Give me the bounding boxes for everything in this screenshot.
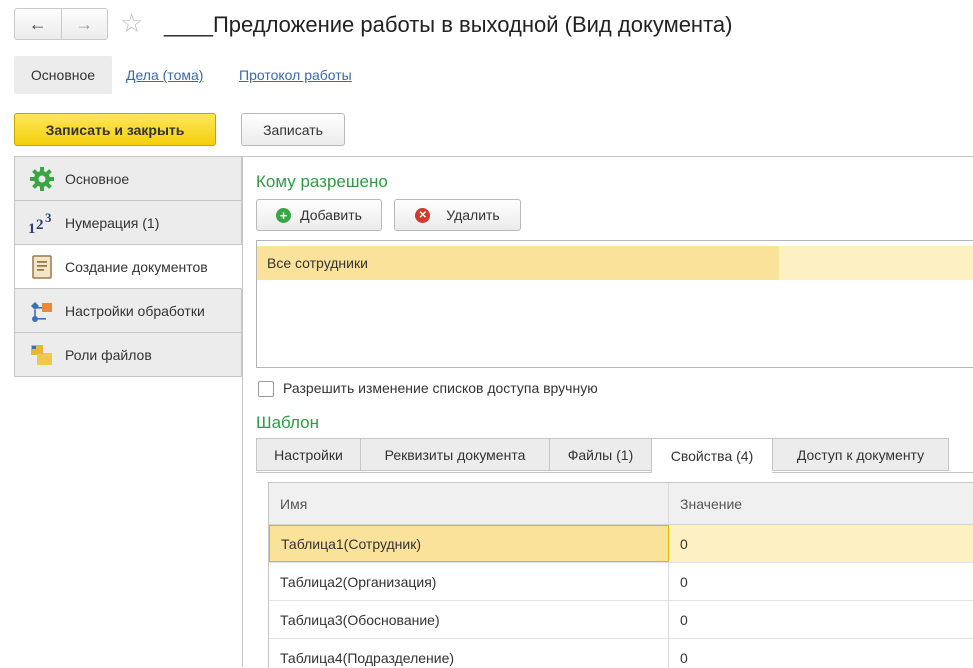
page-tab-main[interactable]: Основное	[14, 56, 112, 94]
list-item[interactable]: Все сотрудники	[257, 246, 973, 280]
table-row[interactable]: Таблица4(Подразделение) 0	[269, 639, 973, 668]
delete-button-label: Удалить	[446, 207, 500, 223]
column-header-value[interactable]: Значение	[669, 483, 973, 524]
properties-table[interactable]: Имя Значение Таблица1(Сотрудник) 0 Табли…	[268, 482, 973, 668]
table-row[interactable]: Таблица1(Сотрудник) 0	[269, 525, 973, 563]
tab-settings[interactable]: Настройки	[256, 438, 360, 471]
template-section-title: Шаблон	[256, 413, 319, 432]
content-border-top	[242, 156, 973, 157]
add-button-label: Добавить	[300, 207, 362, 223]
tab-properties[interactable]: Свойства (4)	[651, 438, 772, 473]
section-tab-document-creation[interactable]: Создание документов	[14, 245, 242, 289]
svg-text:1: 1	[28, 221, 36, 236]
delete-icon: ✕	[415, 207, 431, 223]
cell-value[interactable]: 0	[669, 639, 973, 668]
manual-access-checkbox-label[interactable]: Разрешить изменение списков доступа вруч…	[283, 380, 598, 396]
manual-access-checkbox[interactable]	[258, 381, 274, 397]
cell-name[interactable]: Таблица1(Сотрудник)	[269, 525, 669, 562]
table-row[interactable]: Таблица2(Организация) 0	[269, 563, 973, 601]
section-tab-label: Настройки обработки	[65, 302, 205, 319]
tab-document-access[interactable]: Доступ к документу	[772, 438, 949, 471]
content-border-left	[242, 156, 243, 667]
section-tab-label: Нумерация (1)	[65, 214, 160, 231]
cell-name[interactable]: Таблица2(Организация)	[269, 563, 669, 600]
table-row[interactable]: Таблица3(Обоснование) 0	[269, 601, 973, 639]
table-header: Имя Значение	[269, 483, 973, 525]
access-list[interactable]: Все сотрудники	[256, 240, 973, 368]
back-arrow-icon[interactable]: ←	[15, 9, 61, 39]
access-section-title: Кому разрешено	[256, 172, 388, 191]
cell-name[interactable]: Таблица3(Обоснование)	[269, 601, 669, 638]
section-tab-file-roles[interactable]: Роли файлов	[14, 333, 242, 377]
column-header-name[interactable]: Имя	[269, 483, 669, 524]
cell-name[interactable]: Таблица4(Подразделение)	[269, 639, 669, 668]
template-tabs: Настройки Реквизиты документа Файлы (1) …	[256, 438, 949, 473]
cell-value[interactable]: 0	[669, 525, 973, 562]
gear-icon	[27, 166, 57, 192]
favorite-star-icon[interactable]: ☆	[120, 10, 143, 36]
process-icon	[27, 298, 57, 324]
window-title: ____Предложение работы в выходной (Вид д…	[164, 12, 733, 37]
history-nav: ← →	[14, 8, 108, 40]
page-tab-log-link[interactable]: Протокол работы	[239, 67, 352, 83]
add-button[interactable]: + Добавить	[256, 199, 382, 231]
cell-value[interactable]: 0	[669, 601, 973, 638]
section-tab-label: Роли файлов	[65, 346, 152, 363]
section-nav: Основное 1 2 3 Нумерация (1) Создание до…	[14, 156, 242, 377]
folder-icon	[27, 342, 57, 368]
page-tab-cases-link[interactable]: Дела (тома)	[126, 67, 203, 83]
access-list-cell: Все сотрудники	[257, 246, 779, 280]
section-tab-main[interactable]: Основное	[14, 156, 242, 201]
section-tab-label: Создание документов	[65, 258, 208, 275]
add-icon: +	[276, 207, 292, 223]
save-and-close-button[interactable]: Записать и закрыть	[14, 113, 216, 146]
svg-text:2: 2	[36, 217, 44, 233]
tabs-baseline-left	[256, 472, 651, 473]
section-tab-processing-settings[interactable]: Настройки обработки	[14, 289, 242, 333]
delete-button[interactable]: ✕ Удалить	[394, 199, 521, 231]
section-tab-numbering[interactable]: 1 2 3 Нумерация (1)	[14, 201, 242, 245]
section-tab-label: Основное	[65, 170, 130, 187]
tab-files[interactable]: Файлы (1)	[549, 438, 651, 471]
svg-text:3: 3	[45, 210, 52, 225]
cell-value[interactable]: 0	[669, 563, 973, 600]
tabs-baseline-right	[772, 472, 973, 473]
numbering-icon: 1 2 3	[27, 210, 57, 236]
tab-document-requisites[interactable]: Реквизиты документа	[360, 438, 549, 471]
save-button[interactable]: Записать	[241, 113, 345, 146]
forward-arrow-icon[interactable]: →	[60, 9, 108, 39]
document-icon	[27, 254, 57, 280]
